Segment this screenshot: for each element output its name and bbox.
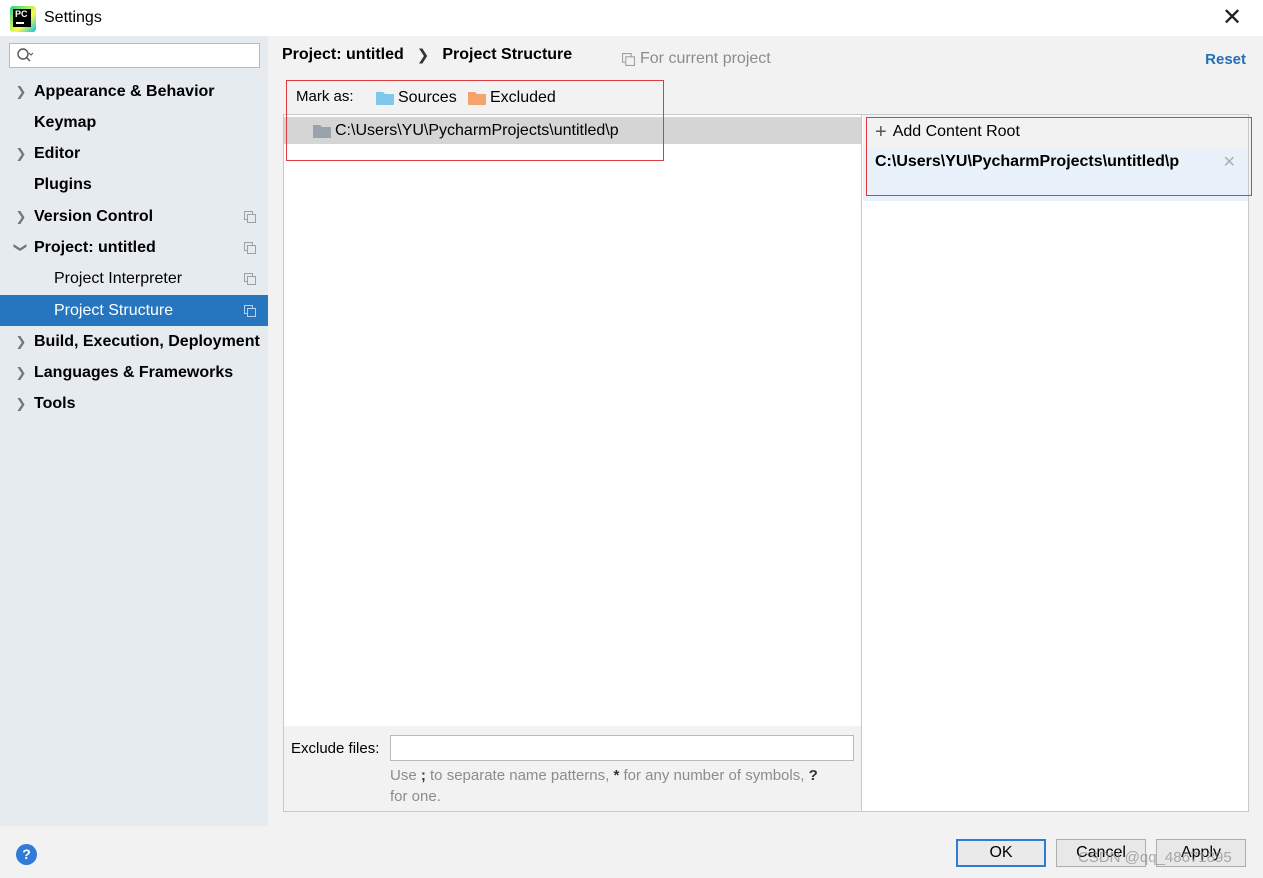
project-scope-icon	[622, 52, 635, 66]
excluded-folder-icon	[468, 92, 486, 105]
reset-link[interactable]: Reset	[1205, 51, 1246, 68]
chevron-right-icon: ❯	[15, 334, 27, 349]
sidebar-item-editor[interactable]: ❯ Editor	[0, 138, 268, 169]
close-icon[interactable]: ✕	[1223, 152, 1236, 172]
project-scope-icon	[244, 211, 256, 223]
sources-folder-icon	[376, 92, 394, 105]
project-scope-icon	[244, 273, 256, 285]
mark-as-toolbar: Mark as: Sources Excluded	[284, 75, 862, 115]
mark-excluded-label: Excluded	[490, 89, 556, 106]
mark-as-label: Mark as:	[296, 88, 354, 105]
sidebar-item-label: Editor	[34, 145, 81, 162]
sidebar-item-project-interpreter[interactable]: Project Interpreter	[0, 263, 268, 294]
folder-icon	[313, 124, 331, 138]
sidebar-item-tools[interactable]: ❯ Tools	[0, 388, 268, 419]
sidebar-item-label: Project: untitled	[34, 239, 156, 256]
breadcrumb-item[interactable]: Project: untitled	[282, 46, 404, 64]
content-root-item[interactable]: C:\Users\YU\PycharmProjects\untitled\p ✕	[863, 149, 1248, 201]
settings-content: Project: untitled ❯ Project Structure Fo…	[268, 36, 1263, 826]
sidebar-item-keymap[interactable]: Keymap	[0, 107, 268, 138]
cancel-button[interactable]: Cancel	[1056, 839, 1146, 867]
chevron-right-icon: ❯	[15, 84, 27, 99]
project-scope-icon	[244, 242, 256, 254]
chevron-right-icon: ❯	[15, 396, 27, 411]
pycharm-logo-mark: PC	[13, 9, 31, 27]
chevron-right-icon: ❯	[15, 209, 27, 224]
breadcrumb: Project: untitled ❯ Project Structure	[282, 46, 572, 64]
search-icon	[17, 48, 34, 62]
help-icon[interactable]: ?	[16, 844, 37, 865]
search-input[interactable]	[9, 43, 260, 68]
tree-row[interactable]: C:\Users\YU\PycharmProjects\untitled\p	[284, 117, 861, 144]
sidebar-item-label: Plugins	[34, 176, 92, 193]
source-tree-pane: Mark as: Sources Excluded C:\Users\YU\Py…	[284, 88, 862, 811]
title-bar: PC Settings ✕	[0, 0, 1263, 36]
sidebar-item-version-control[interactable]: ❯ Version Control	[0, 201, 268, 232]
scope-note-text: For current project	[640, 50, 771, 67]
sidebar-item-label: Appearance & Behavior	[34, 83, 215, 100]
chevron-right-icon: ❯	[15, 365, 27, 380]
sidebar-item-label: Project Interpreter	[54, 270, 183, 287]
mark-sources-label: Sources	[398, 89, 457, 106]
tree-row-label: C:\Users\YU\PycharmProjects\untitled\p	[335, 121, 619, 139]
sidebar-item-project-structure[interactable]: Project Structure	[0, 295, 268, 326]
sidebar-item-label: Tools	[34, 395, 76, 412]
window-title: Settings	[44, 9, 102, 26]
sidebar-item-label: Keymap	[34, 114, 97, 131]
mark-excluded-button[interactable]: Excluded	[468, 89, 556, 107]
project-scope-icon	[244, 305, 256, 317]
sidebar-item-label: Project Structure	[54, 302, 174, 319]
exclude-files-section: Exclude files: Use ; to separate name pa…	[284, 726, 861, 811]
content-roots-pane: + Add Content Root C:\Users\YU\PycharmPr…	[863, 115, 1248, 811]
sidebar-item-plugins[interactable]: Plugins	[0, 169, 268, 200]
exclude-files-hint: Use ; to separate name patterns, * for a…	[390, 767, 818, 805]
sidebar-item-appearance[interactable]: ❯ Appearance & Behavior	[0, 76, 268, 107]
content-root-path: C:\Users\YU\PycharmProjects\untitled\p	[875, 153, 1180, 170]
dialog-footer: ? OK Cancel Apply CSDN @qq_48671895	[0, 826, 1263, 878]
sidebar-item-build[interactable]: ❯ Build, Execution, Deployment	[0, 326, 268, 357]
chevron-down-icon: ❯	[13, 242, 29, 253]
add-content-root-button[interactable]: + Add Content Root	[863, 115, 1248, 149]
exclude-files-label: Exclude files:	[291, 740, 380, 757]
plus-icon: +	[875, 121, 887, 143]
sidebar-item-label: Version Control	[34, 208, 154, 225]
chevron-right-icon: ❯	[15, 146, 27, 161]
mark-sources-button[interactable]: Sources	[376, 89, 457, 107]
apply-button[interactable]: Apply	[1156, 839, 1246, 867]
breadcrumb-item: Project Structure	[442, 46, 573, 63]
settings-sidebar: ❯ Appearance & Behavior Keymap ❯ Editor …	[0, 36, 268, 826]
project-structure-panel: Mark as: Sources Excluded C:\Users\YU\Py…	[283, 88, 1249, 812]
add-content-root-label: Add Content Root	[892, 123, 1020, 140]
sidebar-item-label: Build, Execution, Deployment	[34, 333, 260, 350]
breadcrumb-separator-icon: ❯	[416, 47, 430, 64]
close-icon[interactable]: ✕	[1219, 5, 1245, 31]
sidebar-item-project[interactable]: ❯ Project: untitled	[0, 232, 268, 263]
sidebar-item-label: Languages & Frameworks	[34, 364, 234, 381]
exclude-files-input[interactable]	[390, 735, 854, 761]
sidebar-item-languages[interactable]: ❯ Languages & Frameworks	[0, 357, 268, 388]
ok-button[interactable]: OK	[956, 839, 1046, 867]
scope-note: For current project	[622, 50, 771, 68]
